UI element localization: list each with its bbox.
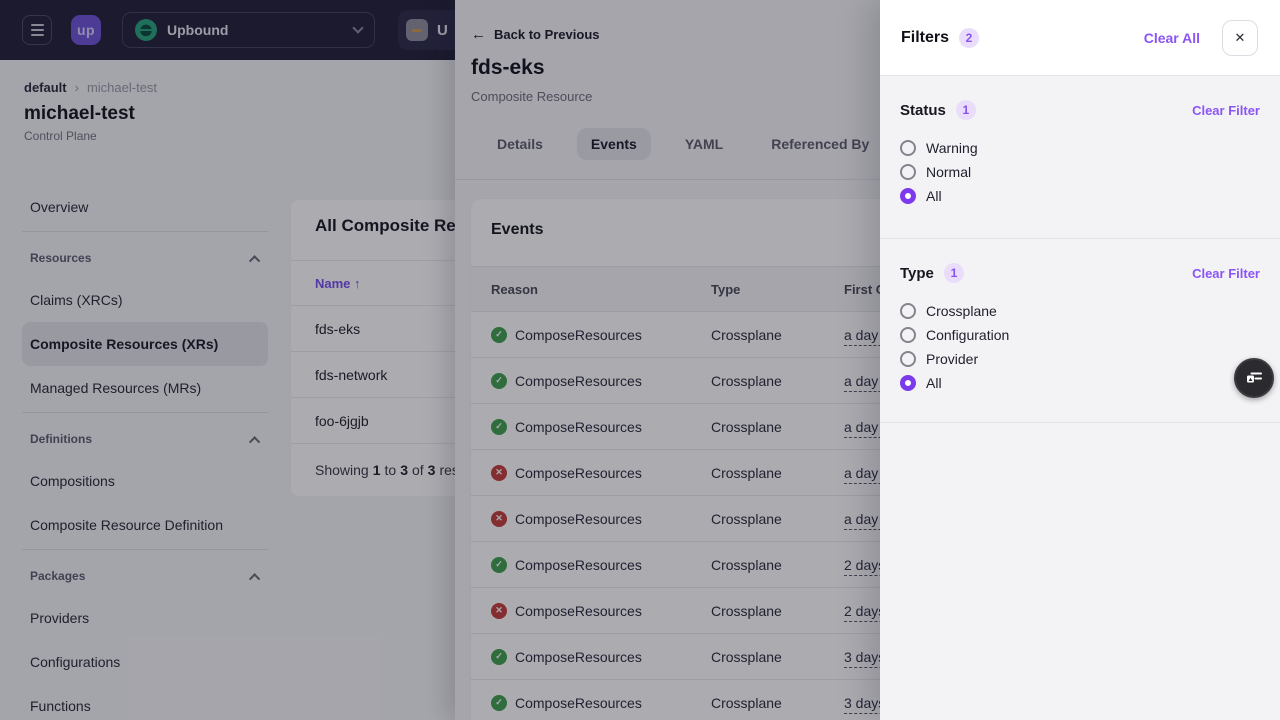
type-count-badge: 1 xyxy=(944,263,964,283)
close-icon: ✕ xyxy=(1235,30,1246,46)
filter-group-type: Type 1 Clear Filter Crossplane Configura… xyxy=(880,239,1280,422)
radio-circle-icon[interactable] xyxy=(900,375,916,391)
status-group-title: Status xyxy=(900,102,946,119)
radio-type-all[interactable]: All xyxy=(900,371,1260,395)
radio-circle-icon[interactable] xyxy=(900,140,916,156)
radio-circle-icon[interactable] xyxy=(900,327,916,343)
radio-circle-icon[interactable] xyxy=(900,351,916,367)
filters-header: Filters 2 Clear All ✕ xyxy=(880,0,1280,76)
close-drawer-button[interactable]: ✕ xyxy=(1222,20,1258,56)
radio-configuration[interactable]: Configuration xyxy=(900,323,1260,347)
radio-warning[interactable]: Warning xyxy=(900,136,1260,160)
clear-all-button[interactable]: Clear All xyxy=(1144,30,1200,46)
radio-normal[interactable]: Normal xyxy=(900,160,1260,184)
type-group-title: Type xyxy=(900,265,934,282)
divider xyxy=(880,422,1280,423)
radio-status-all[interactable]: All xyxy=(900,184,1260,208)
status-count-badge: 1 xyxy=(956,100,976,120)
clear-type-filter-button[interactable]: Clear Filter xyxy=(1192,266,1260,281)
radio-crossplane[interactable]: Crossplane xyxy=(900,299,1260,323)
radio-provider[interactable]: Provider xyxy=(900,347,1260,371)
app-root: up Upbound U default › michael-test mich… xyxy=(0,0,1280,720)
radio-circle-icon[interactable] xyxy=(900,303,916,319)
feedback-icon xyxy=(1244,368,1264,388)
feedback-widget-button[interactable] xyxy=(1234,358,1274,398)
filter-group-status: Status 1 Clear Filter Warning Normal All xyxy=(880,76,1280,238)
filters-drawer: Filters 2 Clear All ✕ Status 1 Clear Fil… xyxy=(880,0,1280,720)
clear-status-filter-button[interactable]: Clear Filter xyxy=(1192,103,1260,118)
filters-count-badge: 2 xyxy=(959,28,979,48)
filters-title: Filters xyxy=(901,29,949,47)
radio-circle-icon[interactable] xyxy=(900,164,916,180)
radio-circle-icon[interactable] xyxy=(900,188,916,204)
